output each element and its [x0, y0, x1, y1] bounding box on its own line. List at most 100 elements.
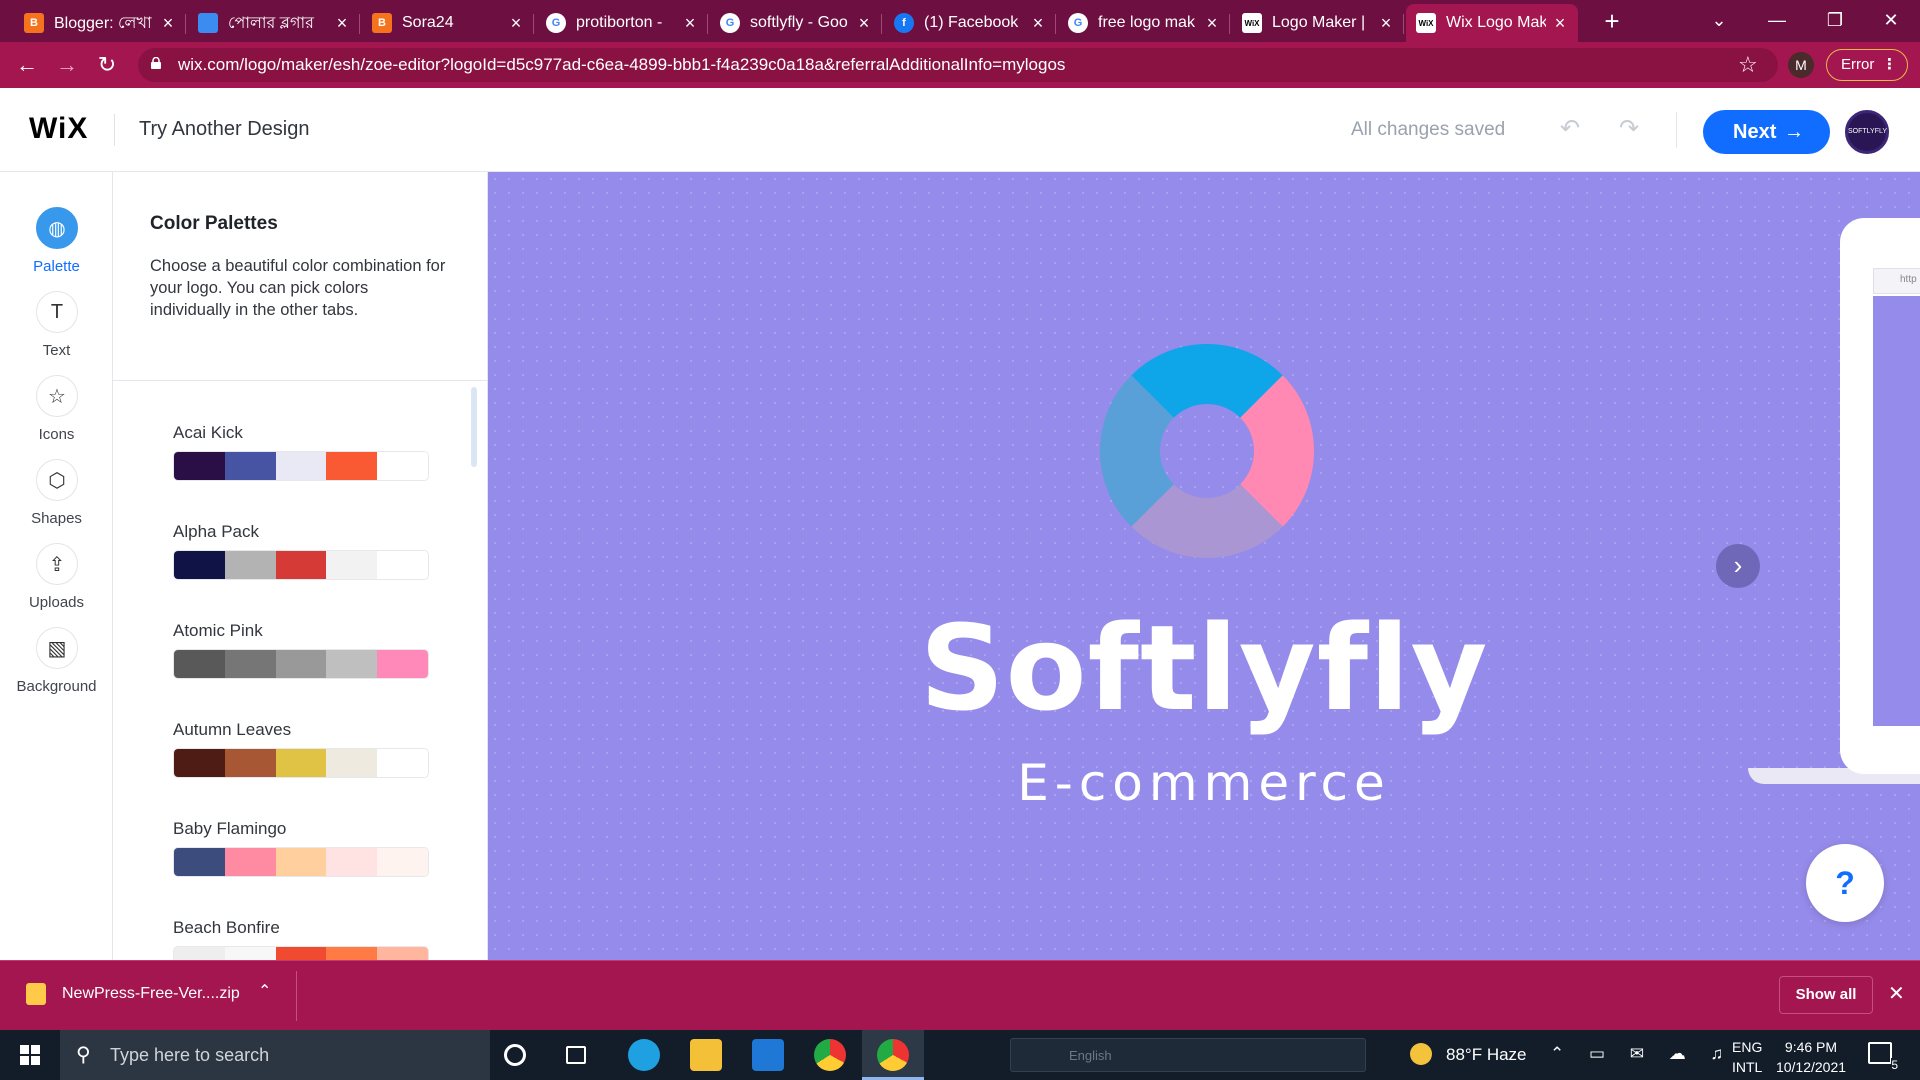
browser-tab[interactable]: Gprotiborton - × — [536, 4, 708, 42]
next-button[interactable]: Next → — [1703, 110, 1830, 154]
close-tab-icon[interactable]: × — [1378, 13, 1394, 34]
tab-separator — [1229, 14, 1230, 34]
star-icon: ☆ — [36, 375, 78, 417]
color-swatch — [326, 848, 378, 876]
browser-tab[interactable]: WiX Logo Maker | × — [1232, 4, 1404, 42]
browser-tab[interactable]: Gsoftlyfly - Goo × — [710, 4, 882, 42]
logo-avatar[interactable]: SOFTLYFLY — [1845, 110, 1889, 154]
new-tab-button[interactable]: + — [1598, 7, 1626, 35]
color-swatch — [377, 650, 428, 678]
browser-tab[interactable]: পোলার ব্লগার × — [188, 4, 360, 42]
tab-search-button[interactable]: ⌄ — [1690, 0, 1748, 42]
browser-tab-title: protiborton - — [576, 14, 663, 31]
taskbar-search[interactable]: ⚲ Type here to search — [60, 1030, 490, 1080]
mockup-url: http — [1900, 274, 1917, 285]
rail-item-text[interactable]: T Text — [0, 291, 113, 379]
color-swatch — [326, 749, 378, 777]
palette-option[interactable]: Alpha Pack — [173, 522, 429, 592]
logo-brand-name[interactable]: Softlyfly — [488, 599, 1920, 737]
chrome-icon[interactable] — [814, 1039, 846, 1071]
error-button[interactable]: Error ⋮ — [1826, 49, 1908, 81]
rail-item-shapes[interactable]: ⬡ Shapes — [0, 459, 113, 547]
file-explorer-icon[interactable] — [690, 1039, 722, 1071]
minimize-button[interactable]: — — [1748, 0, 1806, 42]
next-preview-button[interactable]: › — [1716, 544, 1760, 588]
close-tab-icon[interactable]: × — [682, 13, 698, 34]
redo-icon[interactable]: ↷ — [1614, 114, 1644, 144]
wix-logo[interactable]: WiX — [29, 112, 88, 146]
logo-canvas[interactable]: Softlyfly E-commerce › http ? screenrec — [488, 172, 1920, 960]
download-divider — [296, 971, 297, 1021]
profile-avatar[interactable]: M — [1788, 52, 1814, 78]
show-all-button[interactable]: Show all — [1779, 976, 1873, 1014]
browser-tab[interactable]: Gfree logo mak × — [1058, 4, 1230, 42]
notification-icon[interactable]: 5 — [1868, 1042, 1898, 1072]
palette-option[interactable]: Baby Flamingo — [173, 819, 429, 889]
mockup-screen — [1873, 296, 1920, 726]
close-download-bar-icon[interactable]: ✕ — [1888, 981, 1905, 1006]
task-view-icon[interactable] — [566, 1046, 586, 1064]
color-swatch — [275, 452, 327, 480]
browser-tab[interactable]: f (1) Facebook × — [884, 4, 1056, 42]
lang-layout: INTL — [1732, 1059, 1763, 1075]
close-tab-icon[interactable]: × — [334, 13, 350, 34]
weather-icon[interactable] — [1410, 1043, 1432, 1065]
close-tab-icon[interactable]: × — [1204, 13, 1220, 34]
language-indicator[interactable]: ENG INTL — [1732, 1037, 1762, 1077]
help-button[interactable]: ? — [1806, 844, 1884, 922]
palette-option[interactable]: Autumn Leaves — [173, 720, 429, 790]
ime-toolbar[interactable]: English — [1010, 1038, 1366, 1072]
rail-item-palette[interactable]: ◍ Palette — [0, 207, 113, 295]
palette-option[interactable]: Acai Kick — [173, 423, 429, 493]
url-text[interactable]: wix.com/logo/maker/esh/zoe-editor?logoId… — [178, 55, 1065, 75]
browser-tab[interactable]: WiX Wix Logo Mak × — [1406, 4, 1578, 42]
color-swatch — [174, 848, 225, 876]
mail-icon[interactable] — [752, 1039, 784, 1071]
rail-item-label: Icons — [38, 426, 75, 443]
system-tray-icons[interactable]: ⌃ ▭ ✉ ☁ ♫ — [1550, 1044, 1733, 1064]
cortana-icon[interactable] — [504, 1044, 526, 1066]
back-button[interactable]: ← — [12, 50, 42, 80]
browser-tab[interactable]: B Sora24 × — [362, 4, 534, 42]
logo-mark[interactable] — [1080, 324, 1334, 578]
color-swatch — [174, 749, 225, 777]
rail-item-icons[interactable]: ☆ Icons — [0, 375, 113, 463]
logo-tagline[interactable]: E-commerce — [488, 754, 1920, 812]
palette-name: Atomic Pink — [173, 621, 263, 640]
download-filename[interactable]: NewPress-Free-Ver....zip — [62, 985, 240, 1003]
close-tab-icon[interactable]: × — [160, 13, 176, 34]
panel-scrollbar[interactable] — [471, 387, 477, 467]
weather-text[interactable]: 88°F Haze — [1446, 1045, 1527, 1065]
rail-item-background[interactable]: ▧ Background — [0, 627, 113, 715]
close-tab-icon[interactable]: × — [1030, 13, 1046, 34]
palette-name: Alpha Pack — [173, 522, 259, 541]
palette-option[interactable]: Atomic Pink — [173, 621, 429, 691]
chrome-profile-taskbar-item[interactable] — [862, 1030, 924, 1080]
windows-start-icon[interactable] — [20, 1045, 40, 1065]
close-tab-icon[interactable]: × — [508, 13, 524, 34]
browser-tab-title: (1) Facebook — [924, 14, 1019, 31]
rail-item-label: Background — [16, 678, 97, 695]
close-tab-icon[interactable]: × — [856, 13, 872, 34]
undo-icon[interactable]: ↶ — [1555, 114, 1585, 144]
browser-tab-title: softlyfly - Goo — [750, 14, 848, 31]
clock[interactable]: 9:46 PM 10/12/2021 — [1773, 1037, 1849, 1077]
close-window-button[interactable]: ✕ — [1862, 0, 1920, 42]
maximize-button[interactable]: ❐ — [1806, 0, 1864, 42]
google-icon: G — [546, 13, 566, 33]
palette-option[interactable]: Beach Bonfire — [173, 918, 429, 960]
save-status: All changes saved — [1351, 119, 1506, 140]
tab-separator — [707, 14, 708, 34]
browser-tab[interactable]: B Blogger: লেখা × — [14, 4, 186, 42]
close-tab-icon[interactable]: × — [1552, 13, 1568, 34]
google-icon: G — [720, 13, 740, 33]
reload-button[interactable]: ↻ — [92, 50, 122, 80]
try-another-design-link[interactable]: Try Another Design — [139, 118, 309, 141]
lock-icon[interactable] — [150, 57, 162, 69]
edge-icon[interactable] — [628, 1039, 660, 1071]
bookmark-star-icon[interactable]: ☆ — [1738, 52, 1758, 78]
chevron-up-icon[interactable]: ⌃ — [258, 981, 271, 1001]
rail-item-uploads[interactable]: ⇪ Uploads — [0, 543, 113, 631]
palette-name: Autumn Leaves — [173, 720, 292, 739]
forward-button[interactable]: → — [52, 50, 82, 80]
